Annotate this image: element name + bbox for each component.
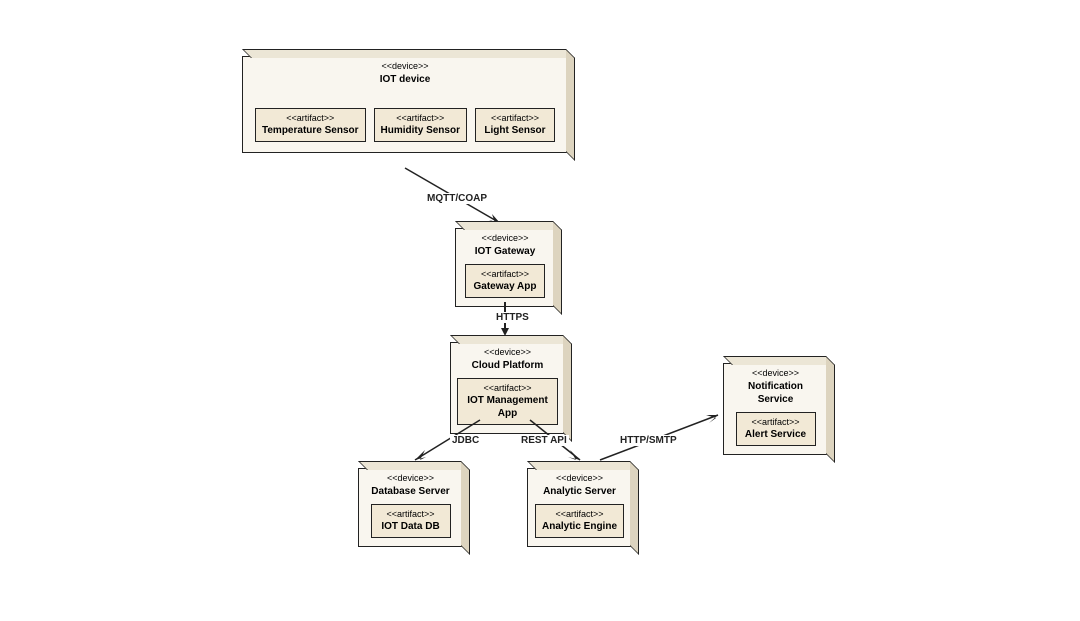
stereotype: <<device>> [249, 61, 561, 73]
artifact-row: <<artifact>> Gateway App [456, 260, 554, 307]
artifact-gateway-app: <<artifact>> Gateway App [465, 264, 545, 299]
artifact-row: <<artifact>> Alert Service [724, 408, 827, 455]
artifact-iot-mgmt-app: <<artifact>> IOT Management App [457, 378, 558, 426]
edge-label-http-smtp: HTTP/SMTP [618, 435, 679, 446]
edge-label-jdbc: JDBC [450, 435, 481, 446]
node-header: <<device>> IOT device [243, 57, 567, 88]
node-header: <<device>> Database Server [359, 469, 462, 500]
node-header: <<device>> Notification Service [724, 364, 827, 408]
node-iot-gateway: <<device>> IOT Gateway <<artifact>> Gate… [455, 228, 555, 307]
artifact-alert-service: <<artifact>> Alert Service [736, 412, 816, 447]
edge-label-rest: REST API [519, 435, 569, 446]
node-iot-device: <<device>> IOT device <<artifact>> Tempe… [242, 56, 568, 153]
edge-label-https: HTTPS [494, 312, 531, 323]
node-database-server: <<device>> Database Server <<artifact>> … [358, 468, 463, 547]
node-notification-service: <<device>> Notification Service <<artifa… [723, 363, 828, 455]
artifact-humidity-sensor: <<artifact>> Humidity Sensor [374, 108, 467, 143]
edge-label-mqtt: MQTT/COAP [425, 193, 489, 204]
artifact-iot-data-db: <<artifact>> IOT Data DB [371, 504, 451, 539]
node-header: <<device>> Analytic Server [528, 469, 631, 500]
artifact-row: <<artifact>> Analytic Engine [528, 500, 631, 547]
node-header: <<device>> Cloud Platform [451, 343, 564, 374]
node-header: <<device>> IOT Gateway [456, 229, 554, 260]
artifact-light-sensor: <<artifact>> Light Sensor [475, 108, 555, 143]
artifact-temp-sensor: <<artifact>> Temperature Sensor [255, 108, 366, 143]
artifact-row: <<artifact>> IOT Data DB [359, 500, 462, 547]
node-analytic-server: <<device>> Analytic Server <<artifact>> … [527, 468, 632, 547]
node-name: IOT device [249, 73, 561, 86]
artifact-analytic-engine: <<artifact>> Analytic Engine [535, 504, 624, 539]
artifact-row: <<artifact>> Temperature Sensor <<artifa… [243, 88, 567, 153]
